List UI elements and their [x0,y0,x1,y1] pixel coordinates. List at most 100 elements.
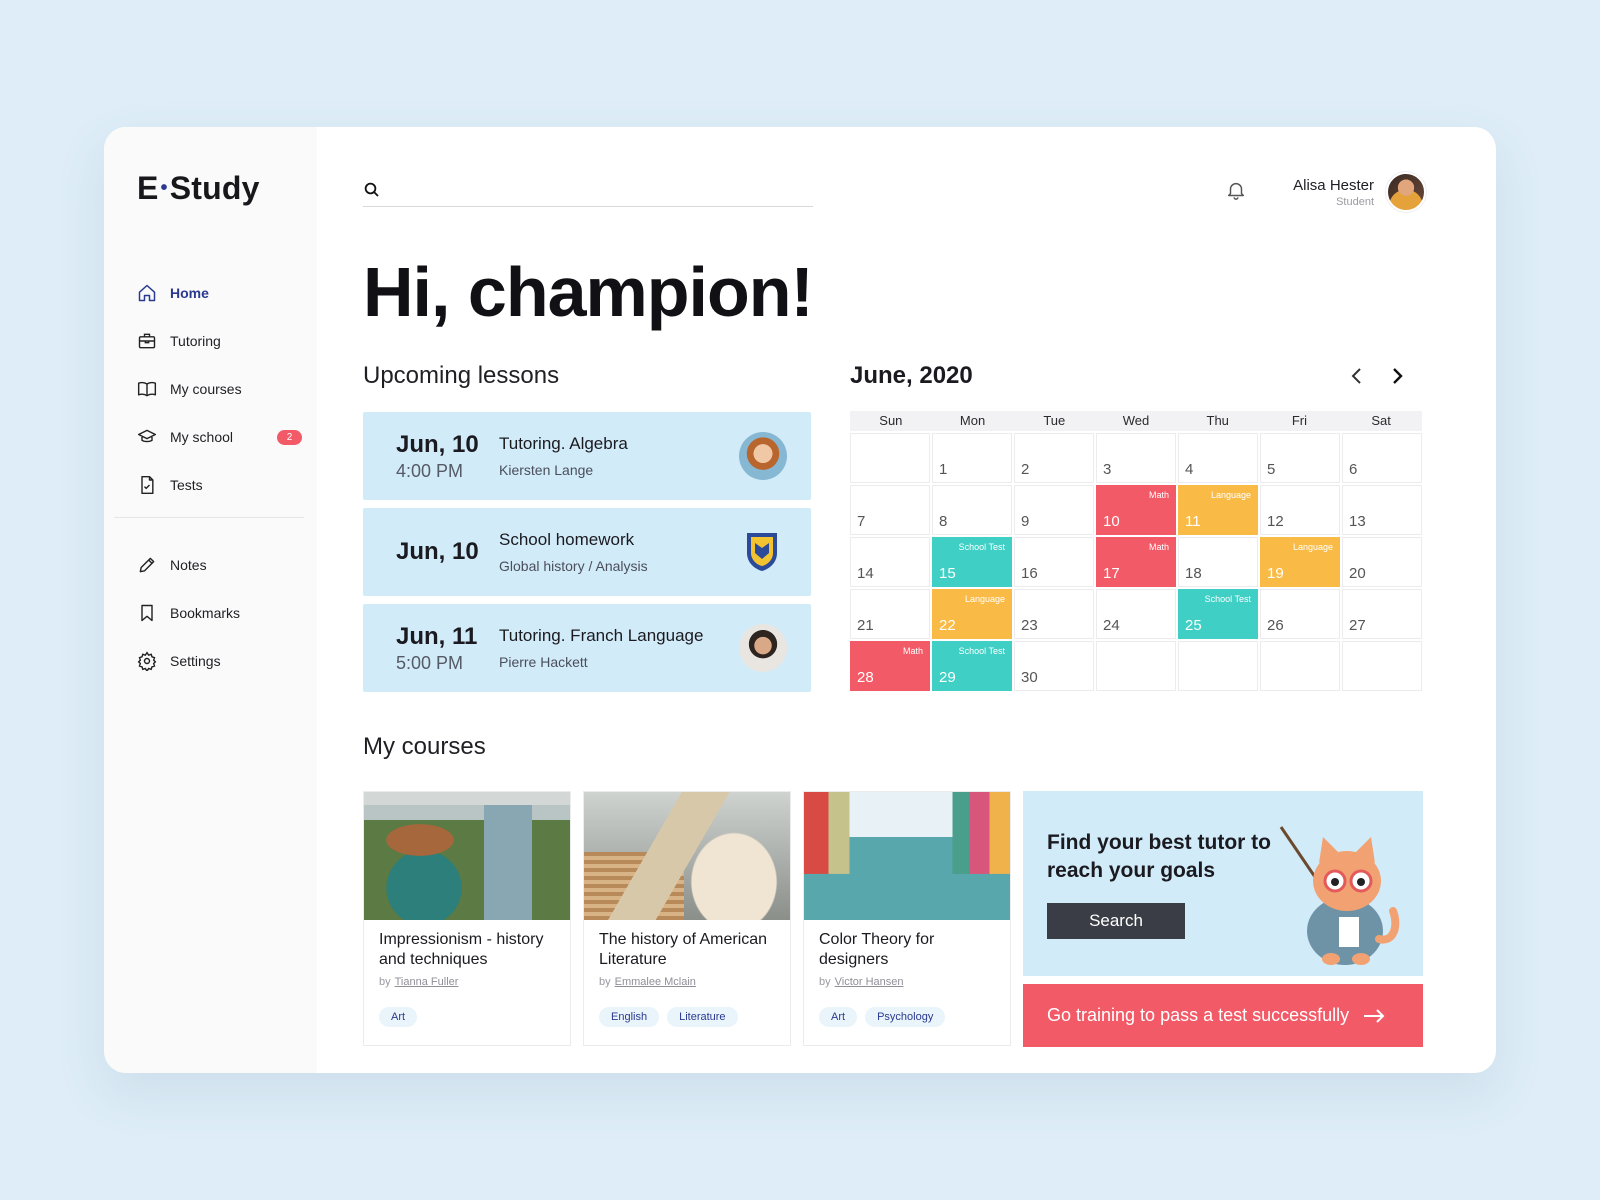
go-training-cta[interactable]: Go training to pass a test successfully [1023,984,1423,1047]
graduation-cap-icon [137,429,157,443]
calendar-event-tag: Language [1210,490,1251,500]
calendar-day[interactable]: Language 22 [932,589,1012,639]
calendar-day-number: 8 [939,513,948,530]
sidebar-item-tutoring[interactable]: Tutoring [137,317,302,365]
sidebar-item-my-courses[interactable]: My courses [137,365,302,413]
sidebar: E •Study Home Tutoring My courses My scho… [104,127,317,1073]
calendar-day[interactable]: 8 [932,485,1012,535]
app-window: E •Study Home Tutoring My courses My scho… [104,127,1496,1073]
calendar-day[interactable]: Language 11 [1178,485,1258,535]
course-tags: English Literature [599,1007,775,1027]
calendar-event-tag: School Test [958,542,1005,552]
calendar-day[interactable]: School Test 15 [932,537,1012,587]
course-author-link[interactable]: Victor Hansen [835,976,904,988]
lesson-title: Tutoring. Franch Language [499,626,704,645]
course-tag[interactable]: Art [379,1007,418,1027]
tutor-avatar [739,624,787,672]
user-profile[interactable]: Alisa Hester Student [1293,172,1426,212]
calendar-day[interactable]: 26 [1260,589,1340,639]
calendar-day[interactable]: 21 [850,589,930,639]
calendar-day-number: 9 [1021,513,1030,530]
sidebar-item-my-school[interactable]: My school 2 [137,413,302,461]
briefcase-icon [138,333,156,349]
calendar-day[interactable]: School Test 25 [1178,589,1258,639]
sidebar-item-bookmarks[interactable]: Bookmarks [137,589,302,637]
calendar-day[interactable]: 1 [932,433,1012,483]
lesson-card[interactable]: Jun, 10 4:00 PM Tutoring. Algebra Kierst… [363,412,811,500]
calendar-day[interactable]: 27 [1342,589,1422,639]
calendar-day[interactable]: 20 [1342,537,1422,587]
calendar-day-number: 1 [939,461,948,478]
calendar-empty-cell [850,433,930,483]
search-icon[interactable] [363,181,381,199]
course-card[interactable]: The history of American Literature by Emm… [583,791,791,1046]
cat-teacher-illustration [1279,826,1400,965]
sidebar-item-tests[interactable]: Tests [137,461,302,509]
course-author-link[interactable]: Tianna Fuller [395,976,459,988]
calendar-day[interactable]: 13 [1342,485,1422,535]
course-card[interactable]: Impressionism - history and techniques b… [363,791,571,1046]
calendar-day[interactable]: 3 [1096,433,1176,483]
calendar-day[interactable]: Math 10 [1096,485,1176,535]
sidebar-item-notes[interactable]: Notes [137,541,302,589]
sidebar-item-settings[interactable]: Settings [137,637,302,685]
course-card[interactable]: Color Theory for designers by Victor Hans… [803,791,1011,1046]
lesson-day: Jun, 10 [396,538,479,565]
calendar-day-number: 15 [939,565,956,582]
search-tutor-button[interactable]: Search [1047,903,1185,939]
weekday-label: Sat [1371,413,1391,428]
calendar-day-number: 4 [1185,461,1194,478]
calendar-day[interactable]: 5 [1260,433,1340,483]
logo[interactable]: E •Study [137,170,260,207]
lesson-date: Jun, 10 [363,538,499,566]
lesson-subtitle: Global history / Analysis [499,558,648,574]
calendar-day[interactable]: 18 [1178,537,1258,587]
notification-bell-icon[interactable] [1225,179,1247,201]
calendar-day[interactable]: 23 [1014,589,1094,639]
tutor-avatar [739,432,787,480]
calendar-day[interactable]: 6 [1342,433,1422,483]
calendar-day[interactable]: 16 [1014,537,1094,587]
lesson-card[interactable]: Jun, 10 School homework Global history /… [363,508,811,596]
main-nav: Home Tutoring My courses My school 2 Tes… [137,269,302,509]
cta-label: Go training to pass a test successfully [1047,1005,1350,1025]
calendar-day[interactable]: 7 [850,485,930,535]
sidebar-item-label: Home [170,285,209,301]
calendar-day[interactable]: Language 19 [1260,537,1340,587]
calendar-day[interactable]: 12 [1260,485,1340,535]
chevron-right-icon[interactable] [1385,364,1409,388]
calendar-month-title: June, 2020 [850,362,973,389]
sidebar-item-home[interactable]: Home [137,269,302,317]
calendar-day[interactable]: 24 [1096,589,1176,639]
chevron-left-icon[interactable] [1345,364,1369,388]
calendar-event-tag: Language [964,594,1005,604]
calendar-day-number: 19 [1267,565,1284,582]
course-image [804,792,1010,920]
course-tag[interactable]: Psychology [865,1007,946,1027]
calendar-empty-cell [1342,641,1422,691]
my-courses-title: My courses [363,733,486,760]
course-tag[interactable]: Literature [667,1007,738,1027]
calendar-day[interactable]: 4 [1178,433,1258,483]
calendar-day-number: 27 [1349,617,1366,634]
calendar-day[interactable]: Math 17 [1096,537,1176,587]
calendar-day[interactable]: 2 [1014,433,1094,483]
lesson-info: Tutoring. Franch Language Pierre Hackett [499,626,739,670]
avatar[interactable] [1386,172,1426,212]
calendar-event-tag: School Test [958,646,1005,656]
course-author-link[interactable]: Emmalee Mclain [615,976,696,988]
calendar-day[interactable]: Math 28 [850,641,930,691]
calendar-day[interactable]: 30 [1014,641,1094,691]
course-tag[interactable]: English [599,1007,660,1027]
sidebar-divider [114,517,304,518]
course-image [364,792,570,920]
calendar-day[interactable]: School Test 29 [932,641,1012,691]
weekday-label: Tue [1043,413,1066,428]
calendar-day[interactable]: 9 [1014,485,1094,535]
calendar-day[interactable]: 14 [850,537,930,587]
course-tags: Art [379,1007,555,1027]
course-tag[interactable]: Art [819,1007,858,1027]
calendar-event-tag: Math [1148,490,1169,500]
search-input[interactable] [391,181,791,198]
lesson-card[interactable]: Jun, 11 5:00 PM Tutoring. Franch Languag… [363,604,811,692]
